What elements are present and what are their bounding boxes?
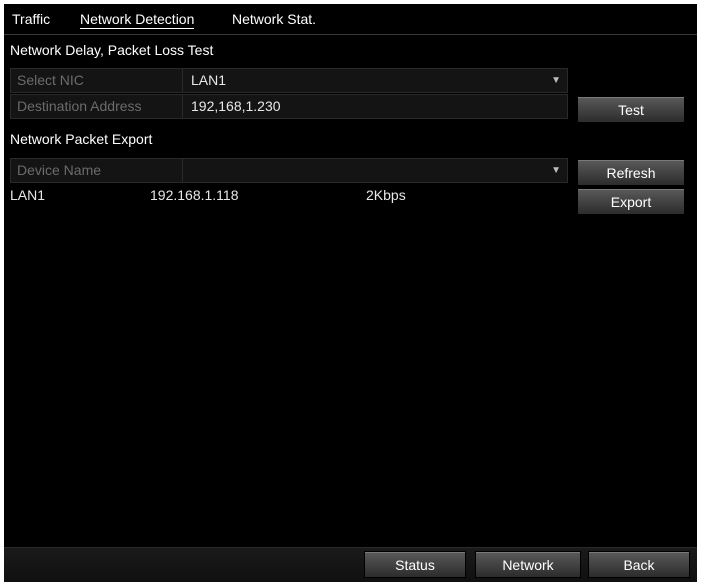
- export-button[interactable]: Export: [577, 188, 685, 215]
- packet-export-title: Network Packet Export: [10, 131, 153, 147]
- destination-address-row: Destination Address 192,168,1.230: [10, 94, 568, 119]
- select-nic-label: Select NIC: [11, 69, 183, 92]
- device-ip-cell: 192.168.1.118: [150, 187, 239, 203]
- device-name-dropdown[interactable]: Device Name ▼: [10, 158, 568, 183]
- tab-network-detection[interactable]: Network Detection: [80, 11, 195, 29]
- select-nic-value: LAN1: [191, 72, 227, 88]
- destination-address-label: Destination Address: [11, 95, 183, 118]
- test-button[interactable]: Test: [577, 96, 685, 123]
- tab-traffic[interactable]: Traffic: [12, 11, 50, 27]
- back-button[interactable]: Back: [588, 551, 690, 578]
- network-detection-window: Traffic Network Detection Network Stat. …: [4, 4, 697, 582]
- device-rate-cell: 2Kbps: [366, 187, 406, 203]
- chevron-down-icon[interactable]: ▼: [551, 69, 561, 92]
- tab-divider: [4, 34, 697, 35]
- destination-address-input[interactable]: 192,168,1.230: [191, 95, 281, 118]
- tab-network-stat[interactable]: Network Stat.: [232, 11, 316, 27]
- tab-bar: Traffic Network Detection Network Stat.: [4, 4, 697, 34]
- select-nic-dropdown[interactable]: Select NIC LAN1 ▼: [10, 68, 568, 93]
- refresh-button[interactable]: Refresh: [577, 159, 685, 186]
- network-button[interactable]: Network: [475, 551, 581, 578]
- status-button[interactable]: Status: [364, 551, 466, 578]
- delay-test-title: Network Delay, Packet Loss Test: [10, 42, 214, 58]
- device-name-label: Device Name: [11, 159, 183, 182]
- device-name-cell: LAN1: [10, 187, 46, 203]
- chevron-down-icon[interactable]: ▼: [551, 159, 561, 182]
